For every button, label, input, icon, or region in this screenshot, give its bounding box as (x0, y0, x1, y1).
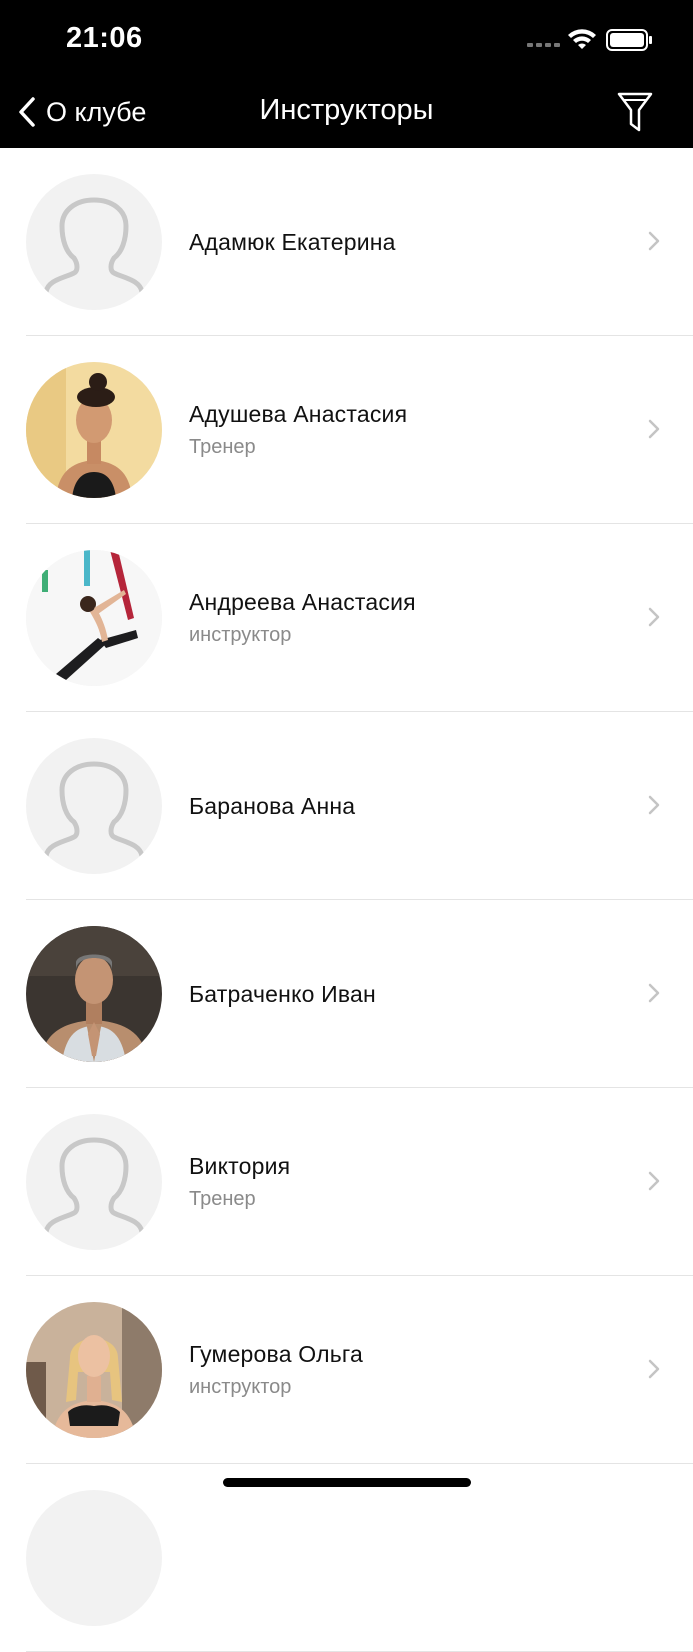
instructor-row[interactable]: Баранова Анна (0, 712, 693, 900)
instructor-role: Тренер (189, 1188, 256, 1210)
instructor-photo (26, 1302, 162, 1438)
instructor-role: Тренер (189, 436, 256, 458)
instructor-photo (26, 362, 162, 498)
instructor-name: Баранова Анна (189, 792, 356, 819)
instructor-row[interactable]: Гумерова Ольга инструктор (0, 1276, 693, 1464)
instructor-name: Адушева Анастасия (189, 401, 408, 427)
instructor-row[interactable]: Виктория Тренер (0, 1088, 693, 1276)
instructor-role: инструктор (189, 1376, 292, 1398)
chevron-right-icon (648, 1171, 660, 1191)
status-bar: 21:06 (0, 0, 693, 80)
battery-icon (606, 29, 652, 51)
avatar-photo (26, 1302, 162, 1438)
instructor-photo (26, 550, 162, 686)
avatar-photo (26, 362, 162, 498)
instructor-name: Андреева Анастасия (189, 589, 416, 615)
instructor-name: Виктория (189, 1153, 291, 1179)
instructor-name: Адамюк Екатерина (189, 228, 396, 255)
chevron-right-icon (648, 795, 660, 815)
person-silhouette-icon (43, 197, 145, 295)
instructor-name: Гумерова Ольга (189, 1341, 363, 1367)
chevron-right-icon (648, 983, 660, 1003)
chevron-right-icon (648, 231, 660, 251)
wifi-icon (568, 29, 596, 49)
instructor-name: Батраченко Иван (189, 980, 376, 1007)
instructor-list: Адамюк Екатерина Адушева Анастасия Трене… (0, 148, 693, 1652)
instructor-photo (26, 926, 162, 1062)
home-indicator (223, 1478, 471, 1487)
avatar-photo (26, 550, 162, 686)
chevron-right-icon (648, 607, 660, 627)
avatar-photo (26, 926, 162, 1062)
filter-icon (617, 92, 653, 132)
instructor-row[interactable]: Батраченко Иван (0, 900, 693, 1088)
instructor-role: инструктор (189, 624, 292, 646)
avatar-placeholder (26, 738, 162, 874)
status-time: 21:06 (66, 22, 143, 54)
avatar-placeholder (26, 174, 162, 310)
navigation-bar: О клубе Инструкторы (0, 80, 693, 148)
instructor-row-partial[interactable] (0, 1464, 693, 1652)
status-icons (527, 29, 652, 51)
page-title: Инструкторы (259, 94, 434, 126)
avatar-placeholder (26, 1490, 162, 1626)
person-silhouette-icon (43, 761, 145, 859)
instructor-row[interactable]: Андреева Анастасия инструктор (0, 524, 693, 712)
chevron-right-icon (648, 1359, 660, 1379)
avatar-placeholder (26, 1114, 162, 1250)
chevron-right-icon (648, 419, 660, 439)
person-silhouette-icon (43, 1137, 145, 1235)
instructor-row[interactable]: Адушева Анастасия Тренер (0, 336, 693, 524)
filter-button[interactable] (615, 90, 655, 134)
instructor-row[interactable]: Адамюк Екатерина (0, 148, 693, 336)
cellular-signal-icon (527, 43, 560, 47)
